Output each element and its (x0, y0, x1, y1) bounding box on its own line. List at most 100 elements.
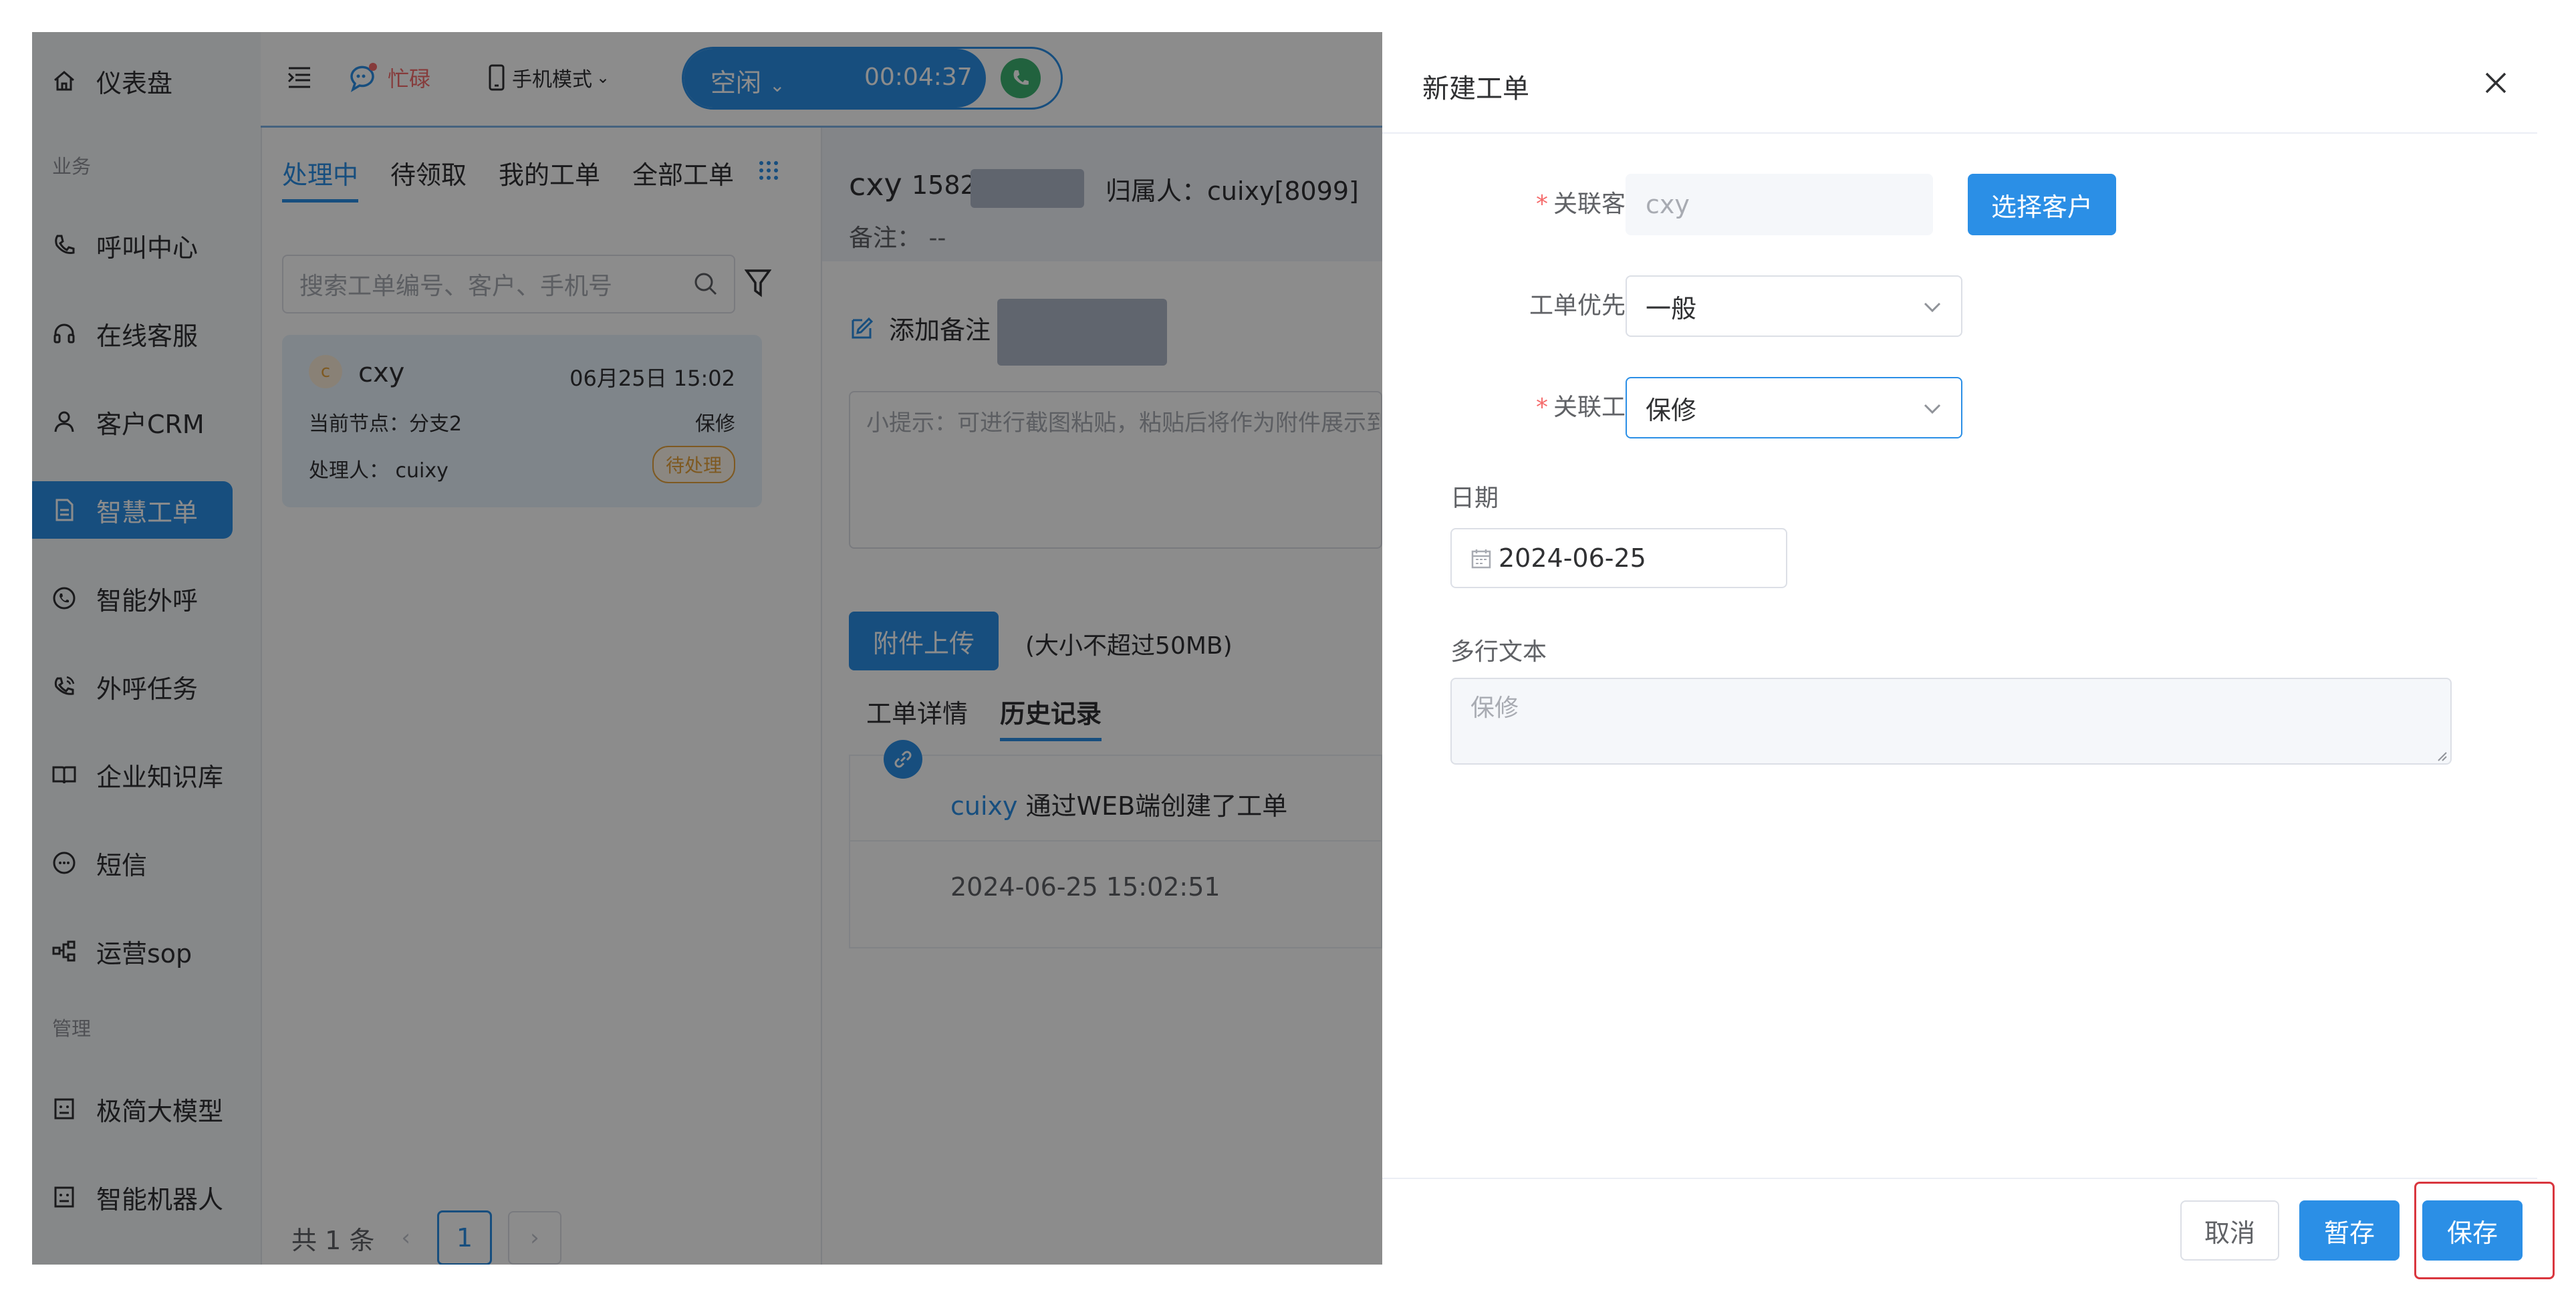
note-hint: 小提示：可进行截图粘贴，粘贴后将作为附件展示到 (866, 410, 1382, 436)
next-page-icon[interactable]: › (507, 1211, 561, 1265)
sidebar-item-online-service[interactable]: 在线客服 (32, 305, 233, 362)
tab-to-claim[interactable]: 待领取 (390, 154, 467, 203)
busy-status[interactable]: 忙碌 (348, 61, 430, 94)
prev-page-icon[interactable]: ‹ (401, 1224, 410, 1251)
call-status-pill: 空闲 ⌄ 00:04:37 (682, 47, 1063, 110)
flow-icon (51, 938, 78, 964)
sidebar-item-label: 呼叫中心 (96, 233, 199, 263)
customer-value: cxy (1646, 190, 1690, 219)
grid-dots-icon[interactable] (758, 160, 779, 181)
drawer-title: 新建工单 (1422, 74, 1529, 104)
tab-processing[interactable]: 处理中 (282, 154, 359, 203)
search-icon[interactable] (692, 271, 719, 297)
divider (850, 840, 1382, 841)
customer-name: cxy (849, 166, 902, 203)
detail-tabs: 工单详情 历史记录 (866, 693, 1102, 741)
date-value: 2024-06-25 (1499, 543, 1646, 573)
history-action: 通过WEB端创建了工单 (1017, 791, 1288, 821)
nav-group-manage: 管理 (52, 1017, 92, 1040)
sidebar-item-dashboard[interactable]: 仪表盘 (32, 52, 233, 110)
app-background: 仪表盘 业务 呼叫中心 在线客服 客户CRM 智慧工单 智能外呼 外呼任务 企业… (32, 32, 1382, 1265)
ticket-tabs: 处理中 待领取 我的工单 全部工单 (282, 154, 734, 203)
sidebar-item-crm[interactable]: 客户CRM (32, 393, 233, 450)
phone-icon (1009, 67, 1032, 90)
history-entry: cuixy 通过WEB端创建了工单 (950, 785, 1287, 822)
tab-history[interactable]: 历史记录 (1000, 693, 1102, 741)
pagination-total: 共 1 条 (291, 1225, 375, 1255)
tab-ticket-detail[interactable]: 工单详情 (866, 693, 968, 741)
draft-button[interactable]: 暂存 (2299, 1200, 2400, 1261)
add-note-label: 添加备注 (889, 315, 991, 345)
menu-toggle-icon[interactable] (286, 66, 313, 90)
multiline-label: 多行文本 (1450, 638, 1547, 666)
tab-my-tickets[interactable]: 我的工单 (499, 154, 600, 203)
new-ticket-drawer: 新建工单 * 关联客户 cxy 选择客户 工单优先级 一般 * 关联工单 保修 日期… (1382, 32, 2555, 1279)
history-user-link[interactable]: cuixy (950, 791, 1018, 821)
answer-call-button[interactable] (1001, 58, 1041, 98)
agent-state-label: 空闲 (711, 68, 762, 98)
textarea-placeholder: 保修 (1470, 694, 1519, 722)
sidebar-item-knowledge-base[interactable]: 企业知识库 (32, 746, 233, 803)
page-number-button[interactable]: 1 (436, 1210, 492, 1265)
upload-attachment-button[interactable]: 附件上传 (849, 612, 999, 670)
phone-mode-dropdown[interactable]: 手机模式 ⌄ (488, 63, 610, 92)
close-icon[interactable] (2482, 70, 2509, 96)
add-note-button[interactable]: 添加备注 (849, 309, 991, 346)
card-type: 保修 (695, 412, 735, 436)
note-textarea[interactable]: 小提示：可进行截图粘贴，粘贴后将作为附件展示到 (849, 391, 1382, 549)
phone-icon (51, 232, 78, 259)
phone-mode-label: 手机模式 (512, 68, 592, 92)
chevron-down-icon: ⌄ (596, 68, 610, 87)
book-icon (51, 761, 78, 788)
sidebar-item-label: 在线客服 (96, 321, 199, 351)
sidebar-item-bot[interactable]: 智能机器人 (32, 1168, 233, 1226)
card-handler: 处理人： cuixy (309, 459, 448, 483)
date-label: 日期 (1450, 485, 1499, 512)
tab-all-tickets[interactable]: 全部工单 (632, 154, 734, 203)
ticket-search-input[interactable]: 搜索工单编号、客户、手机号 (282, 255, 735, 313)
ticket-card[interactable]: c cxy 06月25日 15:02 当前节点：分支2 保修 处理人： cuix… (282, 335, 762, 507)
customer-owner: 归属人：cuixy[8099] (1106, 176, 1359, 206)
masked-note-block (997, 299, 1167, 366)
avatar: c (309, 355, 342, 388)
required-mark: * (1535, 394, 1548, 421)
sidebar-item-label: 智能机器人 (96, 1184, 224, 1214)
chat-status-icon (348, 61, 380, 94)
chevron-down-icon (1922, 398, 1942, 418)
sidebar-item-label: 短信 (96, 850, 148, 880)
sidebar-item-call-center[interactable]: 呼叫中心 (32, 217, 233, 274)
customer-label: * 关联客户 (1422, 184, 1650, 219)
agent-state-dropdown[interactable]: 空闲 ⌄ (711, 62, 785, 99)
save-button[interactable]: 保存 (2422, 1200, 2523, 1261)
link-icon (884, 740, 922, 779)
sidebar-item-sop[interactable]: 运营sop (32, 922, 233, 980)
sidebar-item-sms[interactable]: 短信 (32, 834, 233, 892)
sidebar-item-smart-outbound[interactable]: 智能外呼 (32, 569, 233, 627)
outgoing-call-icon (51, 673, 78, 700)
related-ticket-select[interactable]: 保修 (1626, 377, 1962, 438)
multiline-textarea[interactable]: 保修 (1450, 678, 2452, 765)
pagination: 共 1 条 ‹ 1 › (291, 1210, 561, 1265)
history-list: cuixy 通过WEB端创建了工单 2024-06-25 15:02:51 (849, 740, 1382, 948)
search-placeholder: 搜索工单编号、客户、手机号 (299, 273, 613, 300)
resize-handle-icon[interactable] (2436, 750, 2448, 762)
sidebar-item-llm[interactable]: 极简大模型 (32, 1080, 233, 1138)
card-time: 06月25日 15:02 (569, 366, 735, 391)
sidebar-item-label: 客户CRM (96, 409, 205, 439)
priority-label: 工单优先级 (1529, 292, 1650, 319)
sidebar-item-smart-ticket[interactable]: 智慧工单 (32, 481, 233, 539)
date-picker[interactable]: 2024-06-25 (1450, 528, 1787, 588)
sidebar-item-label: 外呼任务 (96, 674, 199, 704)
customer-input[interactable]: cxy (1626, 174, 1933, 235)
sidebar-item-label: 智能外呼 (96, 585, 199, 616)
sidebar-item-outbound-task[interactable]: 外呼任务 (32, 658, 233, 715)
filter-icon[interactable] (745, 268, 771, 297)
headset-icon (51, 320, 78, 347)
ticket-label: * 关联工单 (1422, 388, 1650, 422)
sms-icon (51, 850, 78, 876)
bot-icon (51, 1184, 78, 1210)
customer-phone: 1582 (912, 170, 977, 200)
select-customer-button[interactable]: 选择客户 (1968, 174, 2116, 235)
cancel-button[interactable]: 取消 (2180, 1200, 2279, 1261)
priority-select[interactable]: 一般 (1626, 275, 1962, 337)
